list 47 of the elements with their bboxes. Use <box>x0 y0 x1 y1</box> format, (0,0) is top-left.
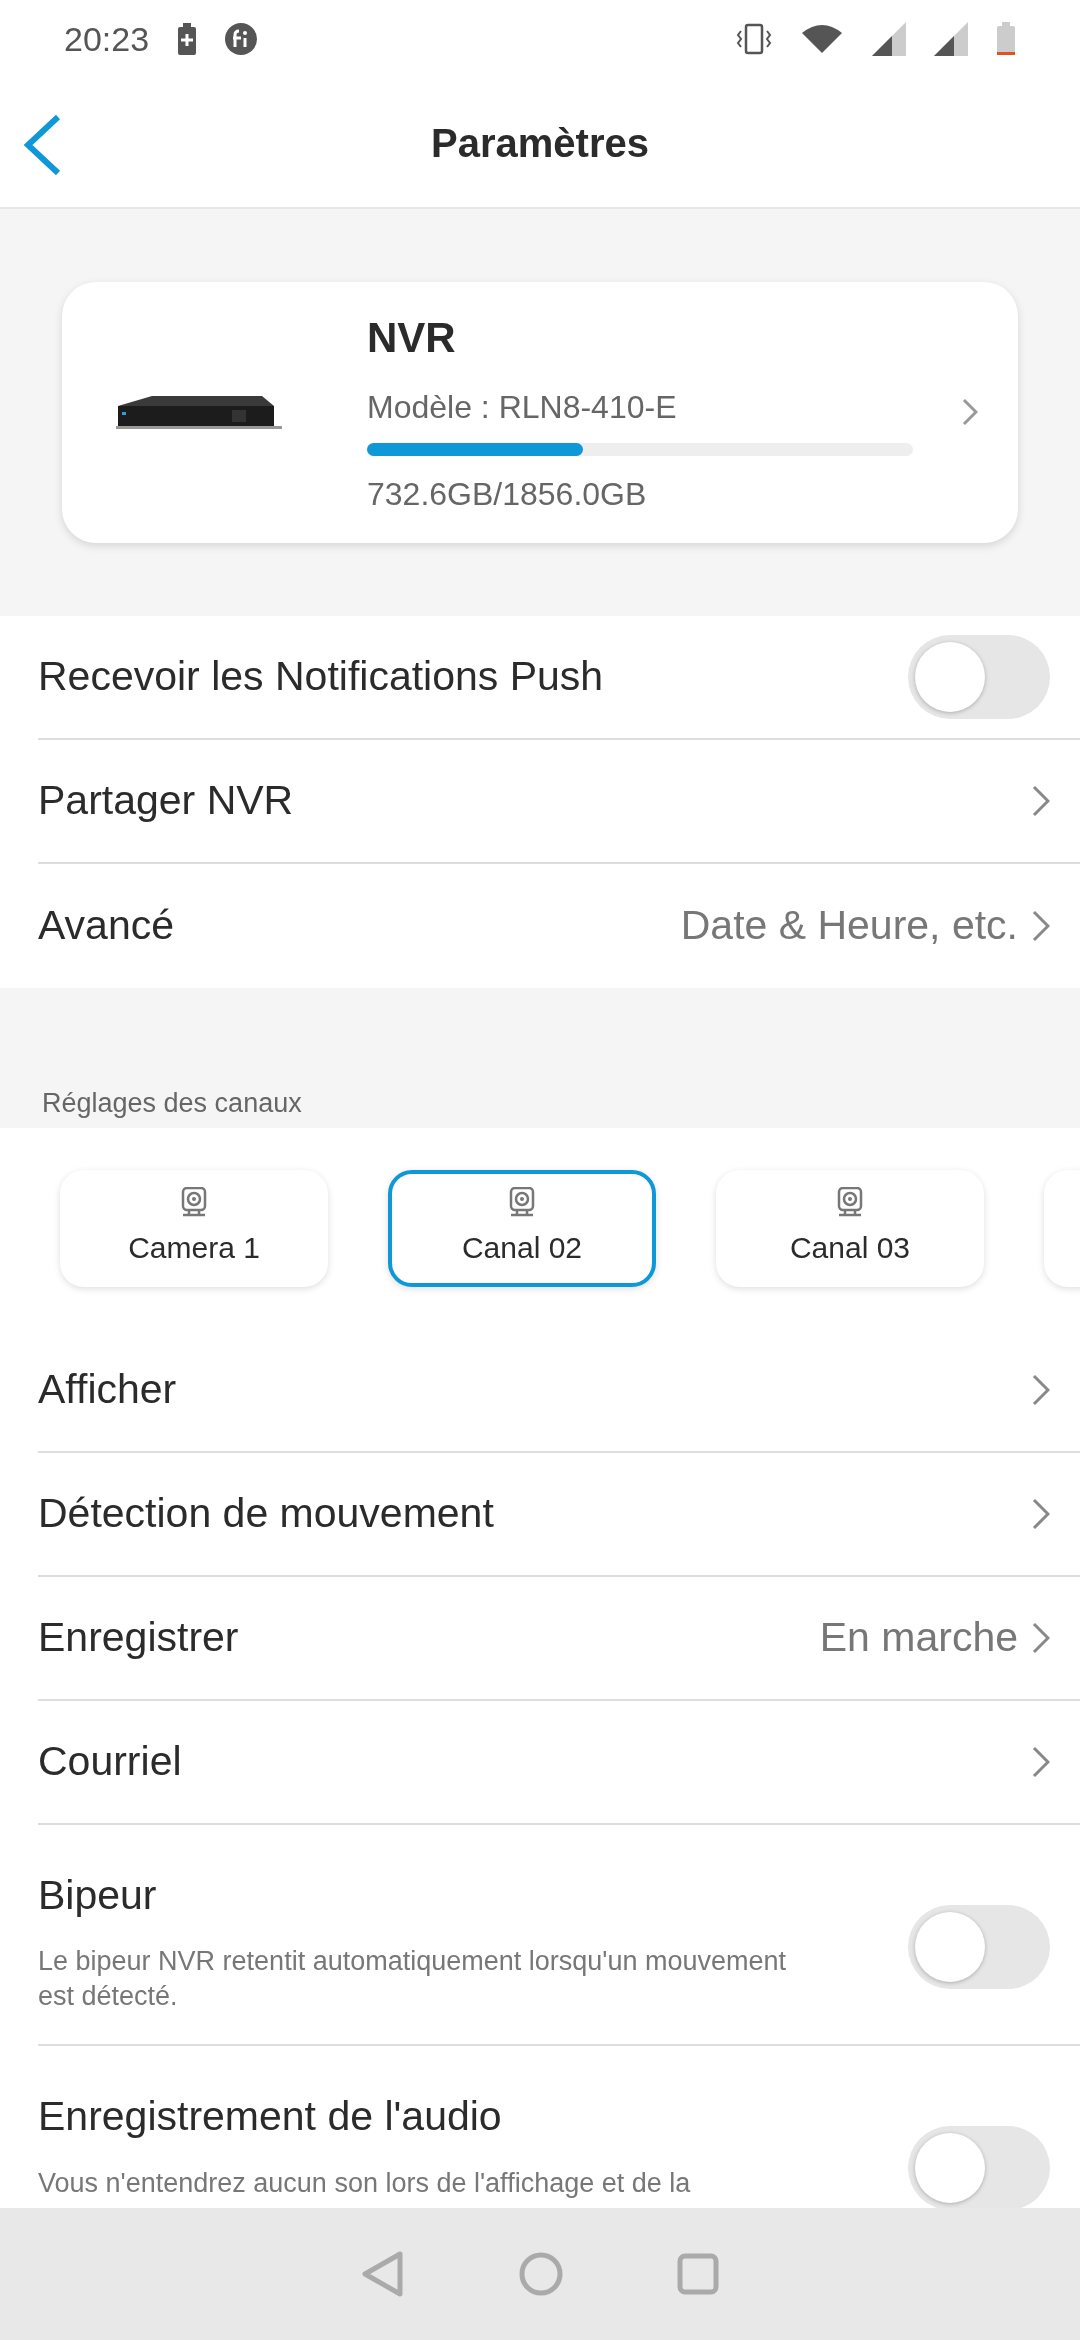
fi-icon <box>225 23 258 56</box>
device-name: NVR <box>367 313 457 364</box>
chevron-icon <box>1032 1621 1050 1654</box>
row-value: En marche <box>819 1612 1018 1662</box>
camera-icon <box>181 1186 207 1217</box>
settings-row[interactable]: Afficher <box>38 1328 1080 1453</box>
storage-usage: 732.6GB/1856.0GB <box>367 475 648 515</box>
battery-saver-icon <box>177 23 198 56</box>
clock: 20:23 <box>64 18 150 60</box>
recents-button[interactable] <box>676 2252 720 2296</box>
row-label: Partager NVR <box>38 775 295 825</box>
chevron-icon <box>1032 784 1050 817</box>
settings-row[interactable]: Courriel <box>38 1700 1080 1825</box>
row-label: Détection de mouvement <box>38 1488 495 1538</box>
signal-icon <box>934 22 968 57</box>
device-card[interactable]: NVR Modèle : RLN8-410-E 732.6GB/1856.0GB <box>62 281 1018 543</box>
settings-row[interactable]: Partager NVR <box>38 739 1080 864</box>
chevron-icon <box>1032 1373 1050 1406</box>
back-nav-button[interactable] <box>360 2250 406 2298</box>
chevron-icon <box>1032 1497 1050 1530</box>
row-label: Courriel <box>38 1736 183 1786</box>
row-label: Bipeur <box>38 1870 158 1920</box>
row-label: Avancé <box>38 900 175 950</box>
settings-row[interactable]: Détection de mouvement <box>38 1452 1080 1577</box>
row-label: Afficher <box>38 1364 178 1414</box>
chevron-icon <box>1032 1745 1050 1778</box>
chevron-icon <box>1032 909 1050 942</box>
vibrate-icon <box>736 23 772 56</box>
home-button[interactable] <box>518 2251 564 2297</box>
device-model: Modèle : RLN8-410-E <box>367 388 678 428</box>
battery-icon <box>996 22 1016 57</box>
settings-row[interactable]: Avancé Date & Heure, etc. <box>38 863 1080 988</box>
camera-icon <box>837 1186 863 1217</box>
section-label: Réglages des canaux <box>42 1087 302 1118</box>
chevron-icon <box>962 398 978 427</box>
page-title: Paramètres <box>431 119 649 167</box>
row-label: Enregistrement de l'audio <box>38 2092 503 2142</box>
row-label: Recevoir les Notifications Push <box>38 651 605 701</box>
row-description: Le bipeur NVR retentit automatiquement lorsqu'un mouvement est détecté. <box>38 1945 788 2014</box>
wifi-icon <box>800 23 844 56</box>
row-label: Enregistrer <box>38 1612 240 1662</box>
row-description: Vous n'entendrez aucun son lors de l'affichage et de la <box>38 2166 692 2200</box>
row-value: Date & Heure, etc. <box>680 900 1018 950</box>
signal-icon <box>872 22 906 57</box>
channel-tab[interactable]: Canal 02 <box>388 1169 656 1287</box>
camera-icon <box>509 1186 535 1217</box>
settings-row[interactable]: Enregistrer En marche <box>38 1576 1080 1701</box>
